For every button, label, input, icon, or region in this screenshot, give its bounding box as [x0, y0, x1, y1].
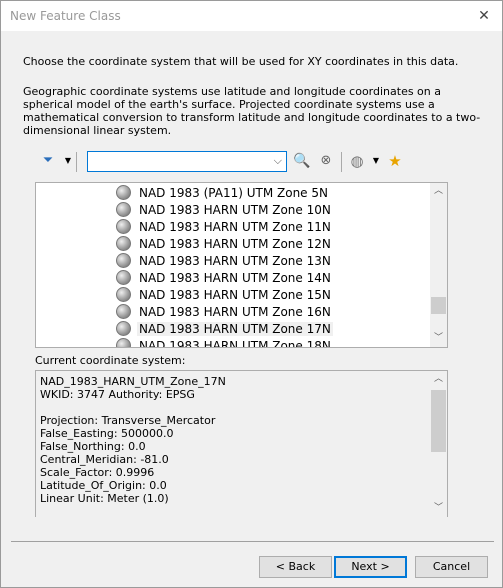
- search-input[interactable]: ⌵: [87, 151, 287, 172]
- toolbar-separator: [341, 152, 342, 172]
- list-scrollbar[interactable]: ︿ ﹀: [430, 183, 447, 347]
- list-item[interactable]: NAD 1983 HARN UTM Zone 13N: [116, 252, 333, 269]
- list-item-label: NAD 1983 HARN UTM Zone 14N: [139, 270, 331, 285]
- new-feature-class-dialog: New Feature Class ✕ Choose the coordinat…: [0, 0, 503, 588]
- list-item[interactable]: NAD 1983 HARN UTM Zone 16N: [116, 303, 333, 320]
- globe-icon: [116, 253, 131, 268]
- globe-icon: [116, 321, 131, 336]
- scroll-down-icon[interactable]: ﹀: [430, 330, 447, 347]
- list-item-label: NAD 1983 HARN UTM Zone 13N: [139, 253, 331, 268]
- back-button[interactable]: < Back: [259, 556, 332, 578]
- globe-icon: [116, 287, 131, 302]
- window-title: New Feature Class: [10, 9, 121, 23]
- cancel-button[interactable]: Cancel: [415, 556, 488, 578]
- current-system-text: NAD_1983_HARN_UTM_Zone_17N WKID: 3747 Au…: [40, 375, 226, 505]
- globe-add-icon[interactable]: ◍: [348, 152, 366, 170]
- list-item-label: NAD 1983 HARN UTM Zone 10N: [139, 202, 331, 217]
- scroll-up-icon[interactable]: ︿: [430, 183, 447, 200]
- favorite-add-icon[interactable]: ★: [386, 152, 404, 170]
- list-item-label: NAD 1983 HARN UTM Zone 18N: [139, 338, 331, 348]
- title-bar: New Feature Class ✕: [1, 1, 502, 31]
- list-item-label: NAD 1983 HARN UTM Zone 15N: [139, 287, 331, 302]
- list-item[interactable]: NAD 1983 HARN UTM Zone 15N: [116, 286, 333, 303]
- list-item[interactable]: NAD 1983 (PA11) UTM Zone 5N: [116, 184, 330, 201]
- globe-icon: [116, 185, 131, 200]
- clear-search-icon[interactable]: ⊗: [317, 152, 335, 170]
- list-item-label: NAD 1983 (PA11) UTM Zone 5N: [139, 185, 328, 200]
- list-item[interactable]: NAD 1983 HARN UTM Zone 17N: [116, 320, 333, 337]
- globe-icon: [116, 236, 131, 251]
- scroll-up-icon[interactable]: ︿: [430, 371, 447, 388]
- divider: [11, 541, 494, 542]
- list-item-label: NAD 1983 HARN UTM Zone 17N: [137, 321, 333, 336]
- close-icon[interactable]: ✕: [474, 6, 494, 26]
- details-scrollbar[interactable]: ︿ ﹀: [430, 371, 447, 517]
- list-item-label: NAD 1983 HARN UTM Zone 16N: [139, 304, 331, 319]
- description-text: Geographic coordinate systems use latitu…: [23, 85, 481, 137]
- globe-icon: [116, 338, 131, 347]
- list-item-label: NAD 1983 HARN UTM Zone 11N: [139, 219, 331, 234]
- current-system-label: Current coordinate system:: [35, 354, 186, 367]
- list-item-label: NAD 1983 HARN UTM Zone 12N: [139, 236, 331, 251]
- list-item[interactable]: NAD 1983 HARN UTM Zone 11N: [116, 218, 333, 235]
- filter-dropdown-icon[interactable]: ▼: [59, 152, 77, 170]
- globe-icon: [116, 202, 131, 217]
- globe-icon: [116, 270, 131, 285]
- search-icon[interactable]: 🔍: [293, 152, 311, 170]
- next-button[interactable]: Next >: [334, 556, 407, 578]
- globe-dropdown-icon[interactable]: ▼: [367, 152, 385, 170]
- chevron-down-icon[interactable]: ⌵: [274, 154, 282, 168]
- filter-icon[interactable]: ⏷: [39, 152, 57, 170]
- globe-icon: [116, 219, 131, 234]
- list-item[interactable]: NAD 1983 HARN UTM Zone 14N: [116, 269, 333, 286]
- list-item[interactable]: NAD 1983 HARN UTM Zone 18N: [116, 337, 333, 348]
- globe-icon: [116, 304, 131, 319]
- scroll-down-icon[interactable]: ﹀: [430, 500, 447, 517]
- coordinate-system-list[interactable]: NAD 1983 (PA11) UTM Zone 5N NAD 1983 HARN…: [35, 182, 448, 348]
- toolbar-separator: [76, 152, 77, 172]
- current-system-details: NAD_1983_HARN_UTM_Zone_17N WKID: 3747 Au…: [35, 370, 448, 517]
- list-item[interactable]: NAD 1983 HARN UTM Zone 10N: [116, 201, 333, 218]
- scroll-thumb[interactable]: [431, 297, 446, 314]
- scroll-thumb[interactable]: [431, 390, 446, 452]
- list-item[interactable]: NAD 1983 HARN UTM Zone 12N: [116, 235, 333, 252]
- instruction-text: Choose the coordinate system that will b…: [23, 55, 459, 68]
